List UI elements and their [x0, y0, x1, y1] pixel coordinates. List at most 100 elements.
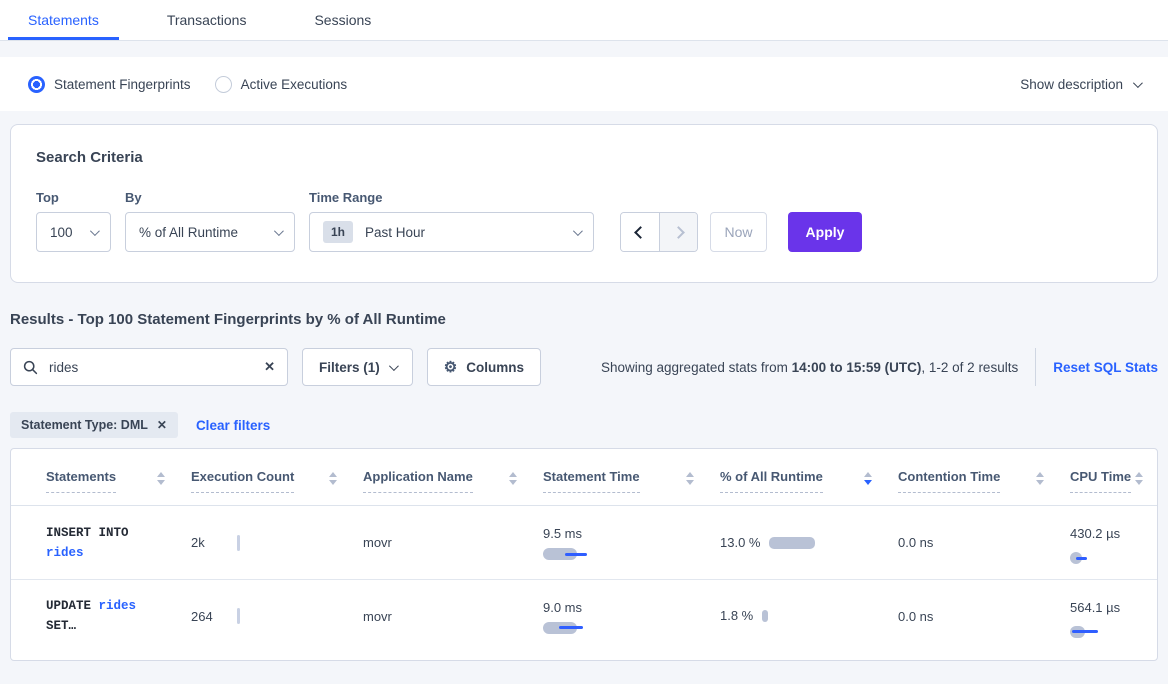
- header-statements[interactable]: Statements: [46, 469, 191, 505]
- pct-runtime-cell: 13.0 %: [720, 530, 898, 556]
- gear-icon: ⚙: [444, 360, 457, 375]
- pct-runtime-value: 1.8 %: [720, 603, 753, 629]
- search-icon: [23, 360, 38, 375]
- search-box: ✕: [10, 348, 288, 386]
- stats-suffix: , 1-2 of 2 results: [921, 360, 1018, 375]
- statement-time-cell: 9.5 ms: [543, 525, 720, 560]
- statement-link[interactable]: rides: [46, 546, 84, 560]
- by-label: By: [125, 190, 295, 205]
- filter-chip-row: Statement Type: DML ✕ Clear filters: [10, 412, 1158, 438]
- chevron-right-icon: [672, 226, 685, 239]
- chip-close-icon[interactable]: ✕: [157, 418, 167, 432]
- aggregated-stats-text: Showing aggregated stats from 14:00 to 1…: [601, 360, 1018, 375]
- pct-runtime-bar: [762, 610, 768, 622]
- header-application-name[interactable]: Application Name: [363, 469, 543, 505]
- search-criteria-title: Search Criteria: [36, 149, 1132, 166]
- pct-runtime-cell: 1.8 %: [720, 603, 898, 629]
- apply-button[interactable]: Apply: [788, 212, 862, 252]
- filters-button[interactable]: Filters (1): [302, 348, 413, 386]
- stats-range: 14:00 to 15:59 (UTC): [792, 360, 922, 375]
- header-contention-time[interactable]: Contention Time: [898, 469, 1070, 505]
- statements-table: Statements Execution Count Application N…: [10, 448, 1158, 661]
- sort-icon: [1135, 472, 1143, 485]
- next-interval-button[interactable]: [659, 213, 697, 251]
- now-button[interactable]: Now: [710, 212, 767, 252]
- top-field: Top 100: [36, 190, 111, 252]
- execution-count-value: 2k: [191, 535, 237, 550]
- sort-desc-active-icon: [864, 472, 872, 485]
- by-field: By % of All Runtime: [125, 190, 295, 252]
- contention-time-cell: 0.0 ns: [898, 535, 1070, 550]
- sort-icon: [509, 472, 517, 485]
- statement-time-cell: 9.0 ms: [543, 599, 720, 634]
- radio-active-executions[interactable]: Active Executions: [215, 76, 348, 93]
- reset-sql-stats-link[interactable]: Reset SQL Stats: [1053, 360, 1158, 375]
- top-select[interactable]: 100: [36, 212, 111, 252]
- header-label: % of All Runtime: [720, 469, 823, 493]
- cpu-time-value: 430.2 µs: [1070, 521, 1122, 547]
- statement-cell: UPDATE rides SET…: [46, 596, 191, 636]
- application-name-cell: movr: [363, 609, 543, 624]
- execution-count-cell: 264: [191, 608, 363, 624]
- top-select-value: 100: [50, 225, 73, 240]
- show-description-toggle[interactable]: Show description: [1020, 77, 1140, 92]
- chevron-down-icon: [274, 226, 284, 236]
- table-header-row: Statements Execution Count Application N…: [11, 449, 1157, 506]
- header-label: Statements: [46, 469, 116, 493]
- filters-label: Filters (1): [319, 360, 380, 375]
- sort-icon: [157, 472, 165, 485]
- statement-time-bar: [543, 548, 603, 560]
- chevron-down-icon: [1133, 78, 1143, 88]
- header-pct-all-runtime[interactable]: % of All Runtime: [720, 469, 898, 505]
- tab-statements[interactable]: Statements: [8, 0, 119, 40]
- header-statement-time[interactable]: Statement Time: [543, 469, 720, 505]
- statement-time-value: 9.5 ms: [543, 525, 702, 543]
- chip-label: Statement Type: DML: [21, 418, 148, 432]
- statement-cell: INSERT INTO rides: [46, 523, 191, 563]
- time-step-control: [620, 212, 698, 252]
- tab-bar: Statements Transactions Sessions: [0, 0, 1168, 41]
- header-cpu-time[interactable]: CPU Time: [1070, 469, 1157, 505]
- time-range-select[interactable]: 1h Past Hour: [309, 212, 594, 252]
- time-range-label: Time Range: [309, 190, 594, 205]
- execution-count-cell: 2k: [191, 535, 363, 551]
- clear-search-icon[interactable]: ✕: [264, 359, 275, 375]
- statement-text: UPDATE: [46, 599, 99, 613]
- pct-runtime-bar: [769, 537, 815, 549]
- by-select[interactable]: % of All Runtime: [125, 212, 295, 252]
- columns-label: Columns: [466, 360, 524, 375]
- search-criteria-controls: Top 100 By % of All Runtime Time Range 1…: [36, 190, 1132, 252]
- table-row: INSERT INTO rides 2k movr 9.5 ms 13.0 % …: [11, 506, 1157, 579]
- divider: [1035, 348, 1036, 386]
- previous-interval-button[interactable]: [621, 213, 659, 251]
- statement-link[interactable]: rides: [99, 599, 137, 613]
- statement-text: INSERT INTO: [46, 526, 129, 540]
- cpu-time-cell: 430.2 µs: [1070, 521, 1157, 564]
- cpu-time-cell: 564.1 µs: [1070, 595, 1157, 638]
- statement-time-value: 9.0 ms: [543, 599, 702, 617]
- chevron-down-icon: [389, 361, 399, 371]
- time-range-badge: 1h: [323, 221, 353, 243]
- results-controls: ✕ Filters (1) ⚙ Columns Showing aggregat…: [10, 348, 1158, 386]
- clear-filters-link[interactable]: Clear filters: [196, 418, 270, 433]
- sort-icon: [1036, 472, 1044, 485]
- time-range-field: Time Range 1h Past Hour: [309, 190, 594, 252]
- header-label: CPU Time: [1070, 469, 1131, 493]
- cpu-time-bar: [1070, 626, 1130, 638]
- by-select-value: % of All Runtime: [139, 225, 238, 240]
- view-toggle-bar: Statement Fingerprints Active Executions…: [0, 57, 1168, 111]
- execution-count-value: 264: [191, 609, 237, 624]
- header-label: Application Name: [363, 469, 473, 493]
- tab-transactions[interactable]: Transactions: [147, 0, 267, 40]
- search-input[interactable]: [11, 349, 287, 385]
- chevron-left-icon: [634, 226, 647, 239]
- radio-statement-fingerprints[interactable]: Statement Fingerprints: [28, 76, 191, 93]
- contention-time-cell: 0.0 ns: [898, 609, 1070, 624]
- columns-button[interactable]: ⚙ Columns: [427, 348, 541, 386]
- radio-unselected-icon: [215, 76, 232, 93]
- tab-sessions[interactable]: Sessions: [294, 0, 391, 40]
- sort-icon: [329, 472, 337, 485]
- header-label: Contention Time: [898, 469, 1000, 493]
- statement-type-chip[interactable]: Statement Type: DML ✕: [10, 412, 178, 438]
- header-execution-count[interactable]: Execution Count: [191, 469, 363, 505]
